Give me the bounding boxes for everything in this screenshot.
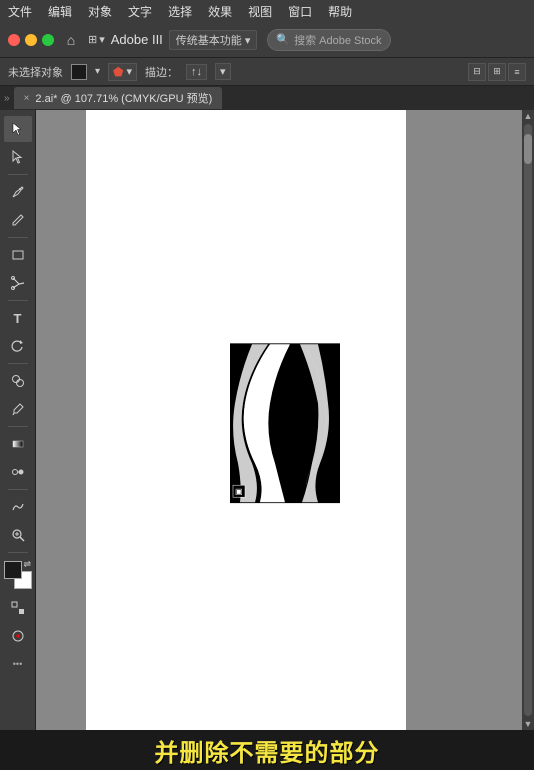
stroke-width-dropdown[interactable]: ↑↓	[186, 64, 207, 80]
extra-tool-button-1[interactable]	[4, 595, 32, 621]
shape-builder-tool-button[interactable]	[4, 368, 32, 394]
tool-divider-6	[8, 489, 28, 490]
fill-dropdown-arrow[interactable]: ▾	[95, 66, 100, 77]
rect-tool-button[interactable]	[4, 242, 32, 268]
main-area: T	[0, 110, 534, 730]
workspace-selector[interactable]: 传统基本功能 ▾	[169, 30, 258, 50]
tab-bar: » × 2.ai* @ 107.71% (CMYK/GPU 预览)	[0, 86, 534, 110]
tab-label: 2.ai* @ 107.71% (CMYK/GPU 预览)	[35, 90, 212, 106]
pencil-tool-button[interactable]	[4, 207, 32, 233]
tool-divider-3	[8, 300, 28, 301]
minimize-button[interactable]	[25, 34, 37, 46]
stroke-tool-dropdown[interactable]: ⬟ ▾	[108, 63, 137, 81]
pen-tool-button[interactable]	[4, 179, 32, 205]
stroke-style-arrow: ▾	[220, 65, 226, 78]
traffic-lights	[8, 34, 54, 46]
swap-colors-icon[interactable]: ⇌	[24, 559, 34, 569]
menu-bar: 文件 编辑 对象 文字 选择 效果 视图 窗口 帮助	[0, 0, 534, 22]
gradient-tool-button[interactable]	[4, 431, 32, 457]
direct-select-tool-button[interactable]	[4, 144, 32, 170]
tool-divider-1	[8, 174, 28, 175]
artwork-container: ▣	[230, 343, 340, 503]
tab-close-button[interactable]: ×	[24, 93, 30, 104]
menu-select[interactable]: 选择	[168, 3, 192, 20]
blend-tool-button[interactable]	[4, 459, 32, 485]
toolbar: ⌂ ⊞ ▾ Adobe III 传统基本功能 ▾ 🔍 搜索 Adobe Stoc…	[0, 22, 534, 58]
scroll-up-arrow[interactable]: ▲	[522, 110, 534, 122]
tool-divider-4	[8, 363, 28, 364]
menu-text[interactable]: 文字	[128, 3, 152, 20]
fill-color-swatch[interactable]	[71, 64, 87, 80]
stroke-style-dropdown[interactable]: ▾	[215, 63, 231, 80]
select-tool-button[interactable]	[4, 116, 32, 142]
color-swatches[interactable]: ⇌	[4, 561, 32, 589]
tool-divider-5	[8, 426, 28, 427]
selection-status: 未选择对象	[8, 64, 63, 80]
workspace-label: 传统基本功能	[176, 35, 242, 47]
app-name-label: Adobe III	[111, 32, 163, 47]
stroke-arrows-icon: ↑↓	[191, 66, 202, 78]
workspace-chevron-icon: ▾	[245, 35, 251, 47]
layout-icon: ⊞	[88, 33, 97, 46]
stroke-label: 描边：	[145, 64, 178, 80]
menu-window[interactable]: 窗口	[288, 3, 312, 20]
layout-chevron-icon: ▾	[99, 33, 105, 46]
search-placeholder-text: 搜索 Adobe Stock	[294, 32, 381, 48]
zoom-tool-button[interactable]	[4, 522, 32, 548]
tool-divider-7	[8, 552, 28, 553]
canvas-area[interactable]: ▣ ▲ ▼	[36, 110, 534, 730]
align-btn-1[interactable]: ⊟	[468, 63, 486, 81]
warp-tool-button[interactable]	[4, 494, 32, 520]
left-toolbar: T	[0, 110, 36, 730]
stroke-dropdown-arrow: ▾	[126, 65, 132, 78]
close-button[interactable]	[8, 34, 20, 46]
scroll-down-arrow[interactable]: ▼	[522, 718, 534, 730]
menu-effect[interactable]: 效果	[208, 3, 232, 20]
search-box[interactable]: 🔍 搜索 Adobe Stock	[267, 29, 390, 51]
align-icons: ⊟ ⊞ ≡	[468, 63, 526, 81]
bottom-caption-bar: 并删除不需要的部分	[0, 730, 534, 770]
menu-object[interactable]: 对象	[88, 3, 112, 20]
foreground-color-swatch[interactable]	[4, 561, 22, 579]
maximize-button[interactable]	[42, 34, 54, 46]
svg-text:▣: ▣	[235, 487, 243, 496]
menu-edit[interactable]: 编辑	[48, 3, 72, 20]
menu-view[interactable]: 视图	[248, 3, 272, 20]
tab-expander-icon[interactable]: »	[4, 93, 10, 104]
eyedropper-tool-button[interactable]	[4, 396, 32, 422]
home-button[interactable]: ⌂	[60, 29, 82, 51]
scroll-thumb[interactable]	[524, 134, 532, 164]
menu-help[interactable]: 帮助	[328, 3, 352, 20]
scroll-track	[524, 124, 532, 716]
align-btn-3[interactable]: ≡	[508, 63, 526, 81]
type-tool-button[interactable]: T	[4, 305, 32, 331]
extra-tool-button-2[interactable]	[4, 623, 32, 649]
caption-text: 并删除不需要的部分	[155, 733, 380, 768]
menu-file[interactable]: 文件	[8, 3, 32, 20]
rotate-tool-button[interactable]	[4, 333, 32, 359]
align-btn-2[interactable]: ⊞	[488, 63, 506, 81]
more-tools-button[interactable]: •••	[4, 651, 32, 677]
cut-tool-button[interactable]	[4, 270, 32, 296]
stroke-icon: ⬟	[113, 65, 123, 79]
properties-bar: 未选择对象 ▾ ⬟ ▾ 描边： ↑↓ ▾ ⊟ ⊞ ≡	[0, 58, 534, 86]
tool-divider-2	[8, 237, 28, 238]
layout-button[interactable]: ⊞ ▾	[88, 33, 105, 46]
vertical-scrollbar[interactable]: ▲ ▼	[522, 110, 534, 730]
search-icon: 🔍	[276, 33, 290, 46]
document-tab[interactable]: × 2.ai* @ 107.71% (CMYK/GPU 预览)	[14, 87, 223, 109]
